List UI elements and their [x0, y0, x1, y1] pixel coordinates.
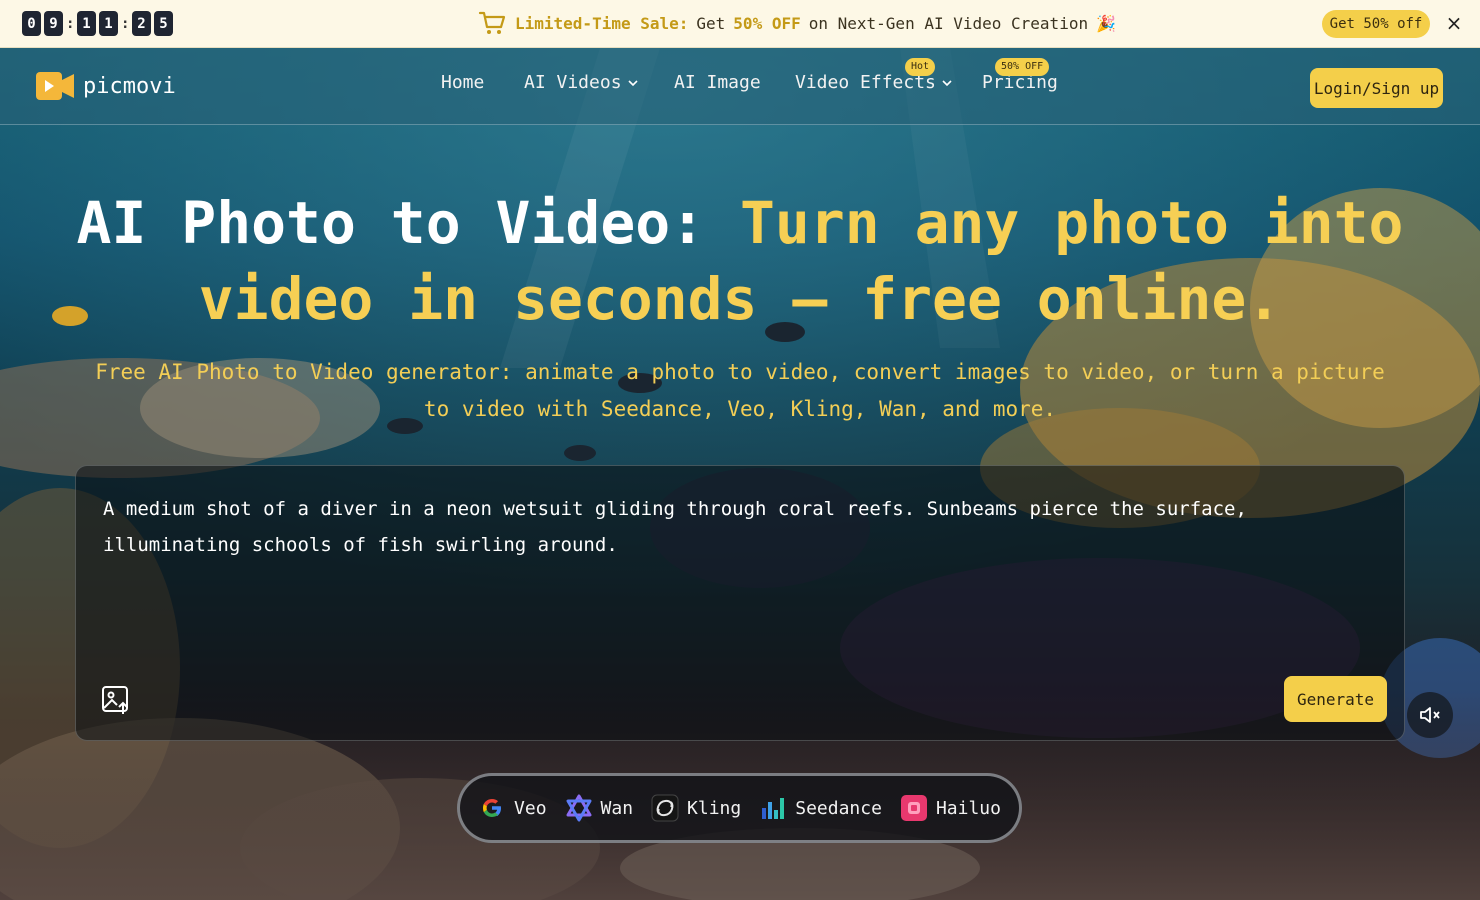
nav-item-ai-videos[interactable]: AI Videos: [524, 72, 638, 93]
speaker-muted-icon: [1420, 707, 1440, 723]
nav-item-label: AI Image: [674, 72, 761, 93]
promo-lead: Limited-Time Sale:: [515, 13, 689, 33]
chevron-down-icon: [627, 79, 638, 86]
seedance-icon: [759, 794, 787, 822]
model-selector: Veo Wan Kling Seedance Hailuo: [457, 773, 1022, 843]
cart-icon: [478, 11, 506, 34]
brand-name: picmovi: [83, 73, 176, 99]
hot-badge: Hot: [905, 58, 936, 76]
picmovi-logo-icon: [35, 70, 75, 102]
nav-item-video-effects[interactable]: Video Effects Hot: [795, 58, 952, 93]
countdown-digit: 2: [132, 11, 151, 36]
hailuo-icon: [900, 794, 928, 822]
model-name: Wan: [600, 797, 634, 819]
model-hailuo[interactable]: Hailuo: [900, 794, 1001, 822]
brand-logo[interactable]: picmovi: [35, 70, 176, 102]
page-subtitle: Free AI Photo to Video generator: animat…: [95, 360, 1385, 421]
promo-discount: 50% OFF: [733, 13, 801, 33]
wan-icon: [565, 794, 593, 822]
upload-image-button[interactable]: [100, 684, 132, 716]
prompt-panel: A medium shot of a diver in a neon wetsu…: [75, 465, 1405, 741]
main-navbar: picmovi Home AI Videos AI Image Video Ef…: [0, 48, 1480, 125]
title-white-part: AI Photo to Video:: [76, 189, 706, 257]
kling-icon: [651, 794, 679, 822]
model-wan[interactable]: Wan: [565, 794, 634, 822]
nav-item-home[interactable]: Home: [441, 72, 484, 93]
nav-item-ai-image[interactable]: AI Image: [674, 72, 761, 93]
nav-item-label: Home: [441, 72, 485, 93]
chevron-down-icon: [942, 79, 952, 86]
close-banner-button[interactable]: ×: [1443, 11, 1465, 35]
nav-item-label: AI Videos: [524, 72, 622, 93]
countdown-digit: 0: [22, 11, 41, 36]
countdown-digit: 1: [77, 11, 96, 36]
model-kling[interactable]: Kling: [651, 794, 741, 822]
promo-banner: 0 9 : 1 1 : 2 5 Limited-Time Sale: Get 5…: [0, 0, 1480, 48]
nav-item-pricing[interactable]: Pricing 50% OFF: [982, 58, 1058, 93]
sale-countdown: 0 9 : 1 1 : 2 5: [22, 11, 173, 36]
party-popper-icon: 🎉: [1096, 13, 1117, 33]
countdown-digit: 1: [99, 11, 118, 36]
promo-pre: Get: [696, 13, 726, 33]
promo-message: Limited-Time Sale: Get 50% OFF on Next-G…: [477, 8, 1116, 38]
discount-badge: 50% OFF: [995, 58, 1050, 76]
model-name: Seedance: [795, 797, 882, 819]
model-name: Veo: [514, 797, 547, 819]
countdown-digit: 9: [44, 11, 63, 36]
page-title: AI Photo to Video: Turn any photo into v…: [40, 185, 1440, 337]
countdown-separator: :: [121, 15, 130, 32]
countdown-separator: :: [66, 15, 75, 32]
generate-button[interactable]: Generate: [1284, 676, 1387, 722]
get-discount-button[interactable]: Get 50% off: [1322, 10, 1430, 38]
model-veo[interactable]: Veo: [478, 794, 547, 822]
image-upload-icon: [102, 686, 128, 714]
google-icon: [478, 794, 506, 822]
mute-toggle-button[interactable]: [1407, 692, 1453, 738]
model-name: Hailuo: [935, 797, 1001, 819]
model-seedance[interactable]: Seedance: [759, 794, 882, 822]
model-name: Kling: [687, 797, 742, 819]
countdown-digit: 5: [154, 11, 173, 36]
prompt-input[interactable]: A medium shot of a diver in a neon wetsu…: [103, 491, 1383, 563]
promo-post: on Next-Gen AI Video Creation: [808, 13, 1089, 33]
login-signup-button[interactable]: Login/Sign up: [1310, 68, 1443, 108]
